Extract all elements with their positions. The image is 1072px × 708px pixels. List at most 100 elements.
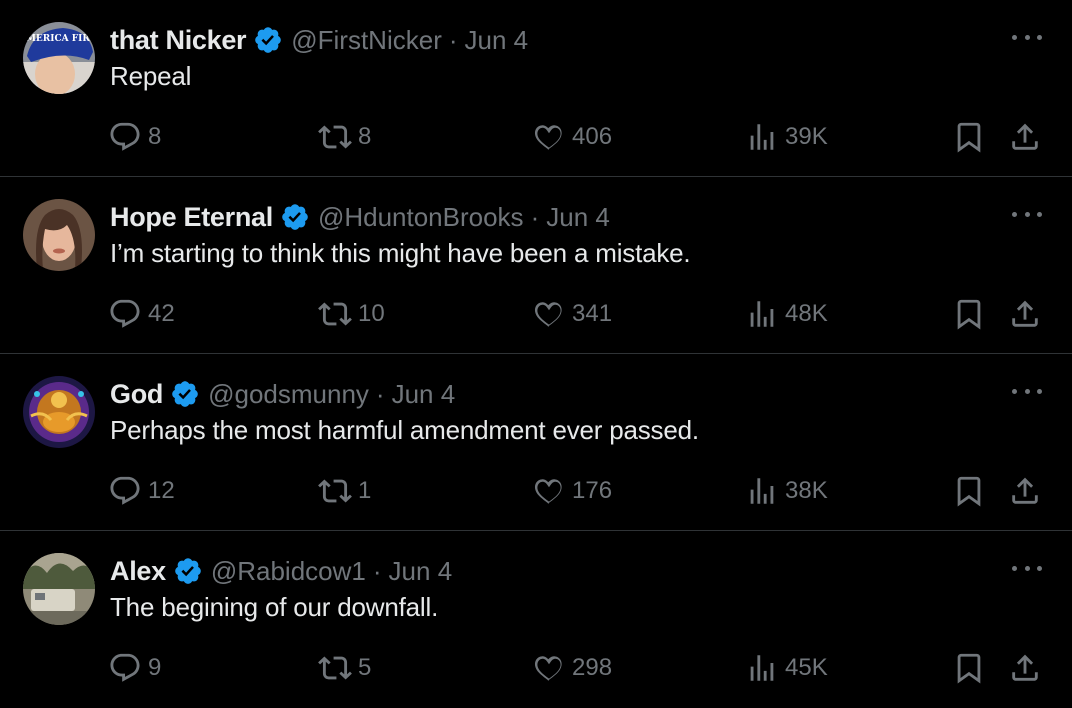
like-button[interactable]: 176 [532,471,612,511]
bookmark-icon [957,653,981,684]
tweet-date[interactable]: Jun 4 [392,379,456,410]
bookmark-icon [957,476,981,507]
display-name[interactable]: Hope Eternal [110,202,273,233]
tweet-date[interactable]: Jun 4 [389,556,453,587]
views-icon [750,655,774,681]
views-count: 45K [785,654,828,681]
repost-button[interactable]: 10 [318,294,385,334]
more-options-icon[interactable] [1012,29,1042,45]
bookmark-button[interactable] [952,117,986,157]
share-icon [1012,654,1038,681]
tweet[interactable]: Alex @Rabidcow1 · Jun 4 The begining of … [0,531,1072,708]
views-count: 38K [785,477,828,504]
user-handle[interactable]: @Rabidcow1 [211,556,366,587]
like-count: 176 [572,477,613,504]
reply-count: 8 [148,123,162,150]
more-options-icon[interactable] [1012,560,1042,576]
bookmark-button[interactable] [952,648,986,688]
share-button[interactable] [1008,648,1042,688]
reply-button[interactable]: 8 [108,117,161,157]
like-count: 341 [572,300,613,327]
like-button[interactable]: 341 [532,294,612,334]
avatar[interactable] [23,376,95,448]
repost-count: 1 [358,477,372,504]
user-handle[interactable]: @godsmunny [208,379,369,410]
views-count: 39K [785,123,828,150]
tweet[interactable]: God @godsmunny · Jun 4 Perhaps the most … [0,354,1072,531]
bookmark-button[interactable] [952,471,986,511]
repost-count: 10 [358,300,385,327]
heart-icon [534,302,562,327]
tweet[interactable]: Hope Eternal @HduntonBrooks · Jun 4 I’m … [0,177,1072,354]
tweet-actions: 8 8 406 39K [0,117,1072,157]
reply-count: 42 [148,300,175,327]
share-icon [1012,123,1038,150]
reply-count: 9 [148,654,162,681]
tweet-header: Hope Eternal @HduntonBrooks · Jun 4 [110,197,610,237]
reply-icon [110,299,140,328]
views-icon [750,124,774,150]
avatar[interactable] [23,199,95,271]
views-count: 48K [785,300,828,327]
reply-button[interactable]: 12 [108,471,175,511]
display-name[interactable]: Alex [110,556,166,587]
like-button[interactable]: 298 [532,648,612,688]
user-handle[interactable]: @FirstNicker [291,25,442,56]
tweet-date[interactable]: Jun 4 [546,202,610,233]
repost-button[interactable]: 1 [318,471,371,511]
repost-icon [318,125,352,149]
reply-icon [110,653,140,682]
views-button[interactable]: 48K [745,294,828,334]
avatar[interactable] [23,553,95,625]
reply-icon [110,476,140,505]
bookmark-icon [957,122,981,153]
reply-count: 12 [148,477,175,504]
tweet-date[interactable]: Jun 4 [465,25,529,56]
reply-button[interactable]: 9 [108,648,161,688]
bookmark-button[interactable] [952,294,986,334]
tweet-header: that Nicker @FirstNicker · Jun 4 [110,20,528,60]
tweet-actions: 9 5 298 45K [0,648,1072,688]
like-button[interactable]: 406 [532,117,612,157]
separator-dot: · [375,378,385,409]
like-count: 406 [572,123,613,150]
tweet-header: Alex @Rabidcow1 · Jun 4 [110,551,452,591]
views-icon [750,478,774,504]
separator-dot: · [448,24,458,55]
user-handle[interactable]: @HduntonBrooks [318,202,524,233]
share-button[interactable] [1008,294,1042,334]
more-options-icon[interactable] [1012,383,1042,399]
repost-count: 5 [358,654,372,681]
tweet[interactable]: AMERICA FIRST that Nicker @FirstNicker ·… [0,0,1072,177]
views-button[interactable]: 45K [745,648,828,688]
repost-button[interactable]: 5 [318,648,371,688]
tweet-list: AMERICA FIRST that Nicker @FirstNicker ·… [0,0,1072,708]
repost-icon [318,479,352,503]
display-name[interactable]: God [110,379,163,410]
bookmark-icon [957,299,981,330]
verified-badge-icon [175,558,201,584]
heart-icon [534,656,562,681]
separator-dot: · [530,201,540,232]
more-options-icon[interactable] [1012,206,1042,222]
separator-dot: · [372,555,382,586]
share-icon [1012,300,1038,327]
share-button[interactable] [1008,471,1042,511]
repost-button[interactable]: 8 [318,117,371,157]
views-button[interactable]: 39K [745,117,828,157]
tweet-text: I’m starting to think this might have be… [110,238,691,268]
tweet-text: Perhaps the most harmful amendment ever … [110,415,699,445]
avatar[interactable]: AMERICA FIRST [23,22,95,94]
repost-icon [318,302,352,326]
like-count: 298 [572,654,613,681]
reply-icon [110,122,140,151]
verified-badge-icon [282,204,308,230]
tweet-header: God @godsmunny · Jun 4 [110,374,455,414]
views-button[interactable]: 38K [745,471,828,511]
display-name[interactable]: that Nicker [110,25,247,56]
repost-count: 8 [358,123,372,150]
tweet-text: Repeal [110,61,192,91]
repost-icon [318,656,352,680]
share-button[interactable] [1008,117,1042,157]
reply-button[interactable]: 42 [108,294,175,334]
